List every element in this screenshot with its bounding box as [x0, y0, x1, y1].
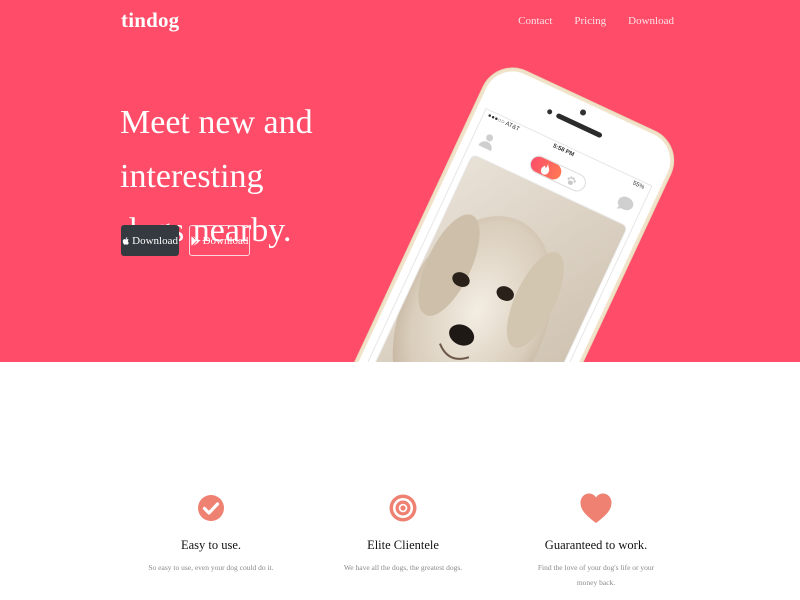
apple-icon [122, 236, 129, 245]
features-section: Easy to use. So easy to use, even your d… [0, 362, 800, 600]
hero-headline-line-1: Meet new and interesting [120, 104, 313, 195]
nav-link-pricing[interactable]: Pricing [574, 15, 606, 27]
chat-icon [616, 196, 634, 211]
app-top-bar [469, 122, 646, 224]
phone-sensor [546, 108, 554, 116]
feature-easy-to-use: Easy to use. So easy to use, even your d… [111, 486, 311, 575]
phone-camera [579, 108, 588, 117]
feature-text: Find the love of your dog's life or your… [537, 563, 655, 587]
download-apple-label: Download [132, 234, 178, 247]
check-circle-icon [198, 495, 224, 521]
status-carrier: ●●●○○ AT&T [486, 112, 521, 133]
phone-status-bar: ●●●○○ AT&T 5:58 PM 55% [481, 111, 650, 197]
nav-link-contact[interactable]: Contact [518, 15, 552, 27]
feature-elite-clientele: Elite Clientele We have all the dogs, th… [303, 486, 503, 575]
top-nav: Contact Pricing Download [518, 15, 674, 27]
download-google-play-label: Download [202, 234, 249, 247]
paw-icon [567, 176, 576, 185]
feature-title: Easy to use. [180, 538, 242, 552]
toggle-active-segment [528, 154, 564, 183]
feature-title: Elite Clientele [367, 538, 439, 552]
google-play-icon [190, 235, 200, 246]
brand-logo[interactable]: tindog [121, 8, 179, 33]
feature-text: We have all the dogs, the greatest dogs. [343, 563, 463, 572]
phone-speaker [555, 112, 603, 139]
download-google-play-button[interactable]: Download [189, 225, 250, 256]
feature-text: So easy to use, even your dog could do i… [148, 563, 274, 572]
status-battery: 55% [631, 180, 645, 191]
profile-icon [478, 134, 494, 152]
feature-guaranteed: Guaranteed to work. Find the love of you… [496, 486, 696, 590]
flame-icon [540, 163, 550, 175]
app-mode-toggle [526, 152, 589, 195]
nav-link-download[interactable]: Download [628, 15, 674, 27]
feature-title: Guaranteed to work. [544, 538, 648, 552]
hero-section: tindog Contact Pricing Download Meet new… [0, 0, 800, 362]
status-time: 5:58 PM [551, 143, 575, 159]
bullseye-icon [389, 494, 417, 522]
heart-icon [580, 493, 612, 523]
download-apple-button[interactable]: Download [121, 225, 179, 256]
